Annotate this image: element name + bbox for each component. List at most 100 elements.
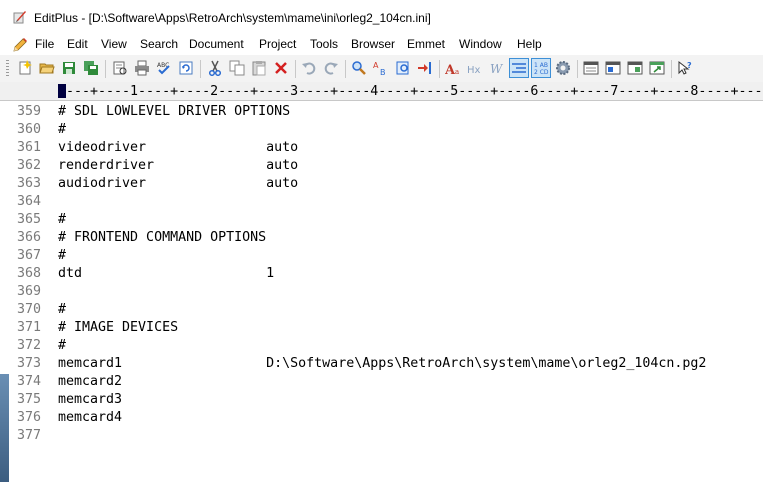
line-text[interactable]: # [58, 337, 66, 355]
help-icon[interactable]: ? [675, 58, 695, 78]
svg-text:2 CD: 2 CD [534, 69, 549, 76]
line-text[interactable]: audiodriver auto [58, 175, 298, 193]
line-text[interactable]: # [58, 121, 66, 139]
refresh-icon[interactable] [176, 58, 196, 78]
open-folder-icon[interactable] [37, 58, 57, 78]
replace-icon[interactable]: AB [371, 58, 391, 78]
window-title: EditPlus - [D:\Software\Apps\RetroArch\s… [34, 11, 431, 25]
paste-icon[interactable] [249, 58, 269, 78]
menu-project[interactable]: Project [259, 37, 296, 51]
line-text[interactable]: memcard2 [58, 373, 122, 391]
new-file-icon[interactable] [15, 58, 35, 78]
menu-browser[interactable]: Browser [351, 37, 395, 51]
menu-edit[interactable]: Edit [67, 37, 88, 51]
window-list-icon[interactable] [581, 58, 601, 78]
editor-line: 368 dtd 1 [0, 265, 763, 283]
line-text[interactable]: memcard1 D:\Software\Apps\RetroArch\syst… [58, 355, 706, 373]
line-text[interactable]: memcard3 [58, 391, 122, 409]
line-number: 370 [17, 302, 42, 317]
toolbar-separator [105, 60, 106, 78]
line-number: 367 [17, 248, 42, 263]
settings-icon[interactable] [553, 58, 573, 78]
editor-line: 371 # IMAGE DEVICES [0, 319, 763, 337]
line-number: 369 [17, 284, 42, 299]
editor-line: 369 [0, 283, 763, 301]
line-number: 375 [17, 392, 42, 407]
menu-window[interactable]: Window [459, 37, 502, 51]
font-icon[interactable]: Aa [443, 58, 463, 78]
editor-line: 367 # [0, 247, 763, 265]
line-number: 365 [17, 212, 42, 227]
line-number: 359 [17, 104, 42, 119]
svg-text:1 AB: 1 AB [534, 62, 548, 69]
menu-emmet[interactable]: Emmet [407, 37, 445, 51]
pencil-icon [12, 37, 28, 53]
save-icon[interactable] [59, 58, 79, 78]
spell-check-icon[interactable]: ABC [154, 58, 174, 78]
line-number: 363 [17, 176, 42, 191]
editor-line: 376 memcard4 [0, 409, 763, 427]
find-in-files-icon[interactable] [393, 58, 413, 78]
print-preview-icon[interactable] [110, 58, 130, 78]
line-text[interactable]: # [58, 247, 66, 265]
hex-icon[interactable]: Hx [465, 58, 485, 78]
line-text[interactable]: # SDL LOWLEVEL DRIVER OPTIONS [58, 103, 290, 121]
line-text[interactable]: renderdriver auto [58, 157, 298, 175]
line-number: 377 [17, 428, 42, 443]
editor-line: 360 # [0, 121, 763, 139]
svg-text:A: A [373, 61, 379, 70]
menu-bar: File Edit View Search Document Project T… [0, 34, 763, 55]
copy-icon[interactable] [227, 58, 247, 78]
browser-icon[interactable] [647, 58, 667, 78]
menu-document[interactable]: Document [189, 37, 244, 51]
editor-line: 366 # FRONTEND COMMAND OPTIONS [0, 229, 763, 247]
menu-tools[interactable]: Tools [310, 37, 338, 51]
line-text[interactable]: # [58, 301, 66, 319]
line-text[interactable]: dtd 1 [58, 265, 274, 283]
svg-text:?: ? [687, 61, 692, 70]
editor-line: 363 audiodriver auto [0, 175, 763, 193]
ruler-cursor-marker [58, 84, 66, 98]
line-text[interactable]: # IMAGE DEVICES [58, 319, 178, 337]
redo-icon[interactable] [321, 58, 341, 78]
editor-line: 372 # [0, 337, 763, 355]
editor-line: 359 # SDL LOWLEVEL DRIVER OPTIONS [0, 103, 763, 121]
word-wrap-icon[interactable]: W [487, 58, 507, 78]
svg-text:W: W [490, 62, 504, 76]
cliptext-icon[interactable] [625, 58, 645, 78]
toolbar-separator [671, 60, 672, 78]
editor-line: 362 renderdriver auto [0, 157, 763, 175]
toolbar-separator [577, 60, 578, 78]
editor-line: 375 memcard3 [0, 391, 763, 409]
toolbar-grip[interactable] [6, 60, 9, 78]
editplus-app-icon[interactable] [13, 10, 27, 24]
column-ruler: ----+----1----+----2----+----3----+----4… [0, 82, 763, 101]
ruler-icon[interactable]: 1 AB 2 CD [531, 58, 551, 78]
svg-text:a: a [455, 68, 459, 76]
save-all-icon[interactable] [81, 58, 101, 78]
line-number: 362 [17, 158, 42, 173]
line-text[interactable]: # [58, 211, 66, 229]
print-icon[interactable] [132, 58, 152, 78]
menu-help[interactable]: Help [517, 37, 542, 51]
goto-icon[interactable] [415, 58, 435, 78]
line-text[interactable]: videodriver auto [58, 139, 298, 157]
undo-icon[interactable] [299, 58, 319, 78]
html-toolbar-icon[interactable] [603, 58, 623, 78]
editor-line: 370 # [0, 301, 763, 319]
toolbar-separator [200, 60, 201, 78]
cut-icon[interactable] [205, 58, 225, 78]
menu-file[interactable]: File [35, 37, 54, 51]
delete-icon[interactable] [271, 58, 291, 78]
ruler-scale: ----+----1----+----2----+----3----+----4… [58, 84, 763, 99]
line-text[interactable]: # FRONTEND COMMAND OPTIONS [58, 229, 266, 247]
menu-search[interactable]: Search [140, 37, 178, 51]
line-number: 364 [17, 194, 42, 209]
line-text[interactable]: memcard4 [58, 409, 122, 427]
line-number: 361 [17, 140, 42, 155]
find-icon[interactable] [349, 58, 369, 78]
line-number: 374 [17, 374, 42, 389]
line-numbers-icon[interactable] [509, 58, 529, 78]
text-editor[interactable]: 359 # SDL LOWLEVEL DRIVER OPTIONS 360 # 36… [0, 101, 763, 482]
menu-view[interactable]: View [101, 37, 127, 51]
